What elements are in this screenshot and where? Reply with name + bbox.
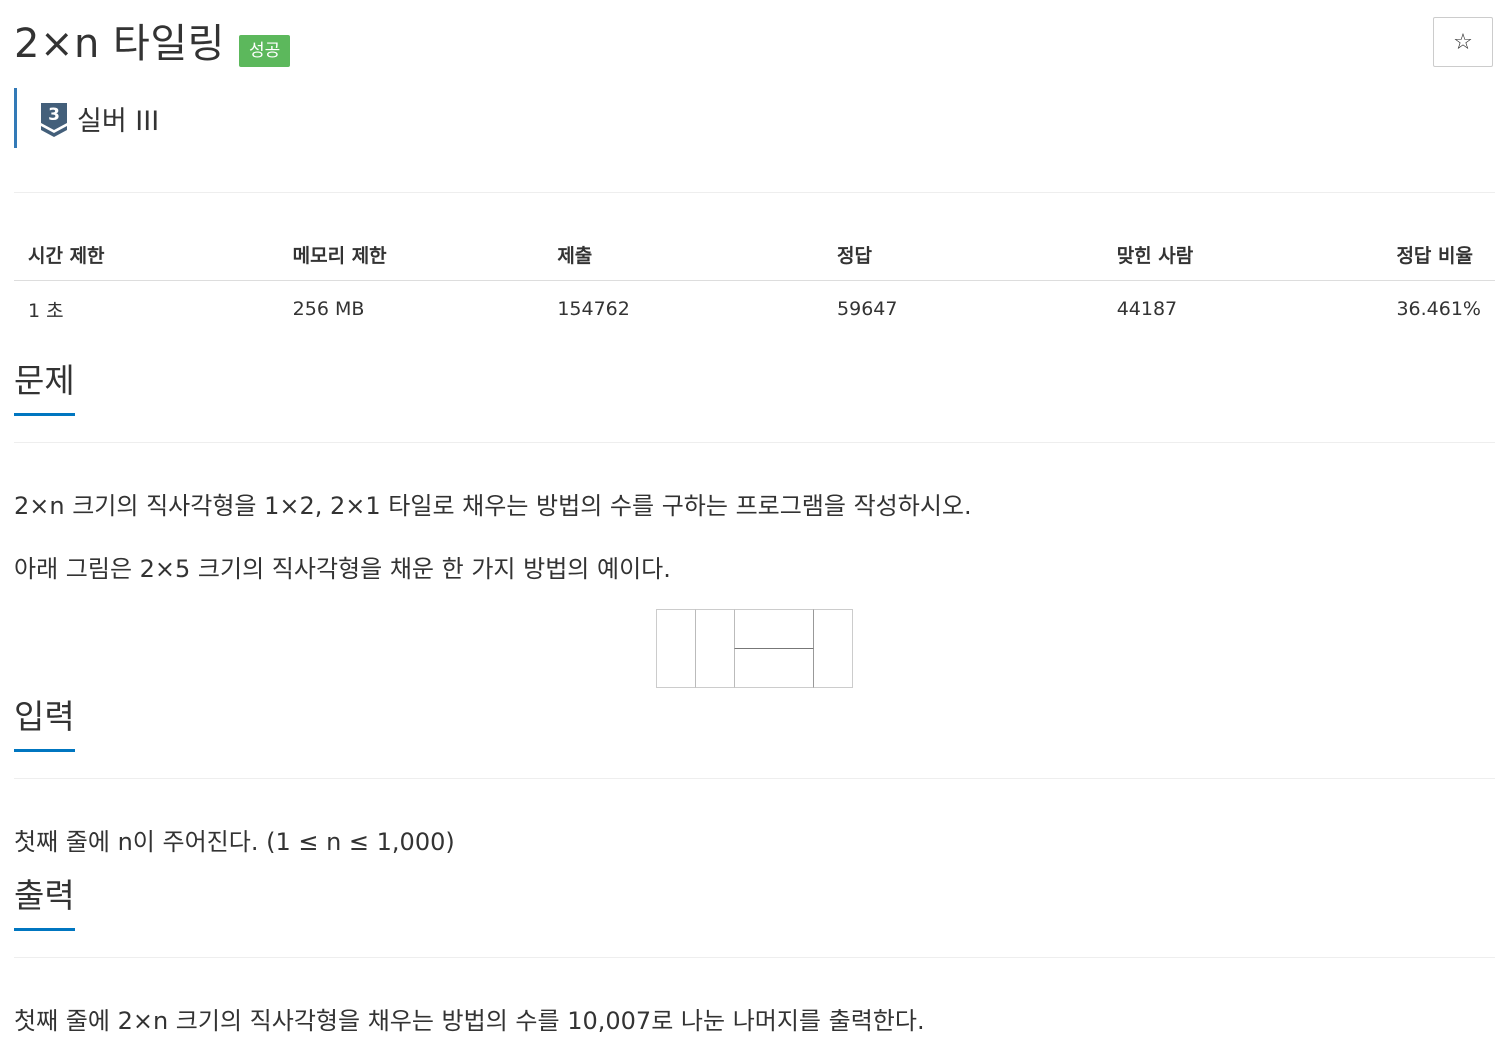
problem-description-1: 2×n 크기의 직사각형을 1×2, 2×1 타일로 채우는 방법의 수를 구하… (14, 492, 972, 520)
output-section-title: 출력 (14, 876, 75, 931)
status-badge: 성공 (238, 35, 291, 67)
output-section-header: 출력 (14, 876, 1495, 958)
title-row: 2×n 타일링 성공 (14, 18, 291, 70)
header-accepted: 정답 (823, 228, 1103, 281)
table-header-row: 시간 제한 메모리 제한 제출 정답 맞힌 사람 정답 비율 (14, 228, 1495, 281)
header-memory-limit: 메모리 제한 (278, 228, 544, 281)
problem-description-2: 아래 그림은 2×5 크기의 직사각형을 채운 한 가지 방법의 예이다. (14, 555, 671, 583)
tier-label: 실버 III (77, 105, 160, 137)
tier-block: 3 실버 III (14, 88, 159, 148)
tiling-example-figure (656, 609, 853, 688)
problem-section-header: 문제 (14, 361, 1495, 443)
value-solvers: 44187 (1116, 298, 1178, 320)
star-icon: ☆ (1453, 29, 1473, 55)
silver-tier-icon: 3 (41, 103, 67, 137)
header-time-limit: 시간 제한 (14, 228, 279, 281)
problem-title: 2×n 타일링 (14, 21, 225, 67)
input-section-header: 입력 (14, 697, 1495, 779)
star-button[interactable]: ☆ (1433, 17, 1493, 67)
value-time-limit: 1 초 (28, 299, 64, 322)
input-description: 첫째 줄에 n이 주어진다. (1 ≤ n ≤ 1,000) (14, 828, 455, 856)
header-solvers: 맞힌 사람 (1102, 228, 1383, 281)
value-submissions: 154762 (557, 298, 630, 320)
tier-number: 3 (48, 105, 60, 125)
value-memory-limit: 256 MB (292, 298, 365, 320)
problem-info-table: 시간 제한 메모리 제한 제출 정답 맞힌 사람 정답 비율 1 초 256 M… (14, 228, 1495, 337)
header-accept-ratio: 정답 비율 (1382, 228, 1495, 281)
output-description: 첫째 줄에 2×n 크기의 직사각형을 채우는 방법의 수를 10,007로 나… (14, 1007, 925, 1035)
table-row: 1 초 256 MB 154762 59647 44187 36.461% (14, 281, 1495, 338)
divider (14, 192, 1495, 193)
header-submissions: 제출 (543, 228, 824, 281)
problem-section-title: 문제 (14, 361, 75, 416)
value-accept-ratio: 36.461% (1396, 298, 1481, 320)
input-section-title: 입력 (14, 697, 75, 752)
value-accepted: 59647 (837, 298, 898, 320)
